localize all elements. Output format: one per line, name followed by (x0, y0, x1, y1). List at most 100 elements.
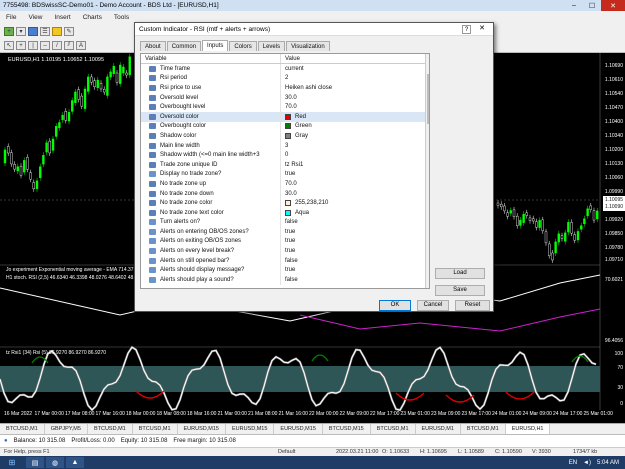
chart-tab[interactable]: EURUSD,M1 (416, 424, 461, 434)
input-value-cell[interactable]: 3 (281, 141, 429, 151)
chart-tab[interactable]: EURUSD,M15 (274, 424, 323, 434)
menu-file[interactable]: File (6, 14, 16, 21)
horizontal-line-icon[interactable]: – (40, 41, 50, 50)
input-value-cell[interactable]: false (281, 218, 429, 228)
close-window-icon[interactable]: ✕ (601, 0, 625, 11)
chart-tab[interactable]: EURUSD,M15 (226, 424, 275, 434)
new-chart-icon[interactable]: + (4, 27, 14, 36)
input-row[interactable]: Rsi period 2 (141, 73, 429, 84)
chart-tab[interactable]: BTCUSD,M1 (461, 424, 506, 434)
text-tool-icon[interactable]: A (76, 41, 86, 50)
input-value-cell[interactable]: 70.0 (281, 179, 429, 189)
profiles-icon[interactable]: ▾ (16, 27, 26, 36)
input-row[interactable]: Rsi price to use Heiken ashi close (141, 83, 429, 93)
chart-tab[interactable]: GBPJPY,M5 (45, 424, 88, 434)
input-value-cell[interactable]: Aqua (281, 208, 429, 218)
input-value-cell[interactable]: Gray (281, 131, 429, 141)
input-row[interactable]: Alerts on still opened bar? false (141, 255, 429, 266)
vertical-line-icon[interactable]: | (28, 41, 38, 50)
input-row[interactable]: Alerts on entering OB/OS zones? true (141, 227, 429, 237)
minimize-icon[interactable]: – (565, 0, 583, 11)
input-row[interactable]: Alerts should display message? true (141, 265, 429, 276)
input-value-cell[interactable]: 255,238,210 (281, 198, 429, 208)
browser-app-icon[interactable]: ◍ (46, 457, 64, 468)
input-value-cell[interactable]: Red (281, 112, 429, 122)
input-value-cell[interactable]: true (281, 246, 429, 256)
menu-insert[interactable]: Insert (54, 14, 70, 21)
reset-button[interactable]: Reset (455, 300, 490, 311)
chart-tab[interactable]: BTCUSD,M1 (133, 424, 178, 434)
grid-scrollbar[interactable] (425, 54, 429, 288)
input-row[interactable]: Shadow color Gray (141, 131, 429, 141)
maximize-icon[interactable]: ☐ (583, 0, 601, 11)
navigator-icon[interactable]: ☰ (40, 27, 50, 36)
input-value-cell[interactable]: false (281, 256, 429, 266)
input-row[interactable]: Alerts on exiting OB/OS zones true (141, 236, 429, 247)
volume-icon[interactable]: ◄) (583, 460, 591, 466)
input-value-cell[interactable]: Green (281, 122, 429, 132)
chart-tab[interactable]: BTCUSD,M15 (323, 424, 371, 434)
input-row[interactable]: Trade zone unique ID tz Rsi1 (141, 159, 429, 170)
input-row[interactable]: No trade zone down 30.0 (141, 188, 429, 199)
input-value-cell[interactable]: true (281, 265, 429, 275)
input-row[interactable]: No trade zone text color Aqua (141, 207, 429, 218)
input-row[interactable]: Display no trade zone? true (141, 169, 429, 180)
crosshair-icon[interactable]: + (16, 41, 26, 50)
input-row[interactable]: Overbought level 70.0 (141, 102, 429, 112)
save-button[interactable]: Save (435, 285, 485, 296)
column-header-value[interactable]: Value (281, 54, 300, 63)
tab-levels[interactable]: Levels (257, 41, 286, 51)
tab-about[interactable]: About (140, 41, 166, 51)
input-value-cell[interactable]: 30.0 (281, 93, 429, 103)
explorer-app-icon[interactable]: ▤ (26, 457, 44, 468)
input-row[interactable]: No trade zone up 70.0 (141, 179, 429, 189)
chart-tab[interactable]: BTCUSD,M1 (371, 424, 416, 434)
input-value-cell[interactable]: Heiken ashi close (281, 83, 429, 93)
clock[interactable]: 5:04 AM (597, 460, 619, 466)
cursor-icon[interactable]: ↖ (4, 41, 14, 50)
input-value-cell[interactable]: true (281, 227, 429, 237)
input-value-cell[interactable]: 2 (281, 74, 429, 84)
help-icon[interactable]: ? (462, 25, 471, 34)
chart-tab[interactable]: EURUSD,M15 (178, 424, 226, 434)
input-row[interactable]: No trade zone color 255,238,210 (141, 198, 429, 208)
tab-common[interactable]: Common (166, 41, 202, 51)
input-value-cell[interactable]: current (281, 64, 429, 74)
tab-visualization[interactable]: Visualization (286, 41, 330, 51)
tab-inputs[interactable]: Inputs (202, 40, 229, 51)
menu-charts[interactable]: Charts (83, 14, 102, 21)
input-value-cell[interactable]: true (281, 170, 429, 180)
tester-icon[interactable]: ✎ (64, 27, 74, 36)
input-row[interactable]: Shadow width (<=0 main line width+3 0 (141, 150, 429, 160)
close-icon[interactable]: ✕ (476, 25, 488, 34)
start-button-icon[interactable]: ⊞ (0, 456, 24, 469)
ok-button[interactable]: OK (379, 300, 411, 311)
input-row[interactable]: Oversold level 30.0 (141, 92, 429, 103)
language-indicator[interactable]: EN (569, 460, 577, 466)
input-row[interactable]: Alerts should play a sound? false (141, 275, 429, 285)
input-row[interactable]: Time frame current (141, 64, 429, 74)
input-row[interactable]: Alerts on every level break? true (141, 246, 429, 256)
input-row[interactable]: Oversold color Red (141, 111, 429, 122)
input-row[interactable]: Main line width 3 (141, 140, 429, 151)
chart-tab[interactable]: BTCUSD,M1 (0, 424, 45, 434)
scrollbar-thumb[interactable] (427, 74, 429, 124)
input-value-cell[interactable]: true (281, 237, 429, 247)
input-value-cell[interactable]: 70.0 (281, 102, 429, 112)
menu-view[interactable]: View (28, 14, 42, 21)
input-value-cell[interactable]: 30.0 (281, 189, 429, 199)
trendline-icon[interactable]: / (52, 41, 62, 50)
input-row[interactable]: Overbought color Green (141, 121, 429, 132)
cancel-button[interactable]: Cancel (417, 300, 449, 311)
menu-tools[interactable]: Tools (114, 14, 129, 21)
input-row[interactable]: Turn alerts on? false (141, 217, 429, 228)
tab-colors[interactable]: Colors (229, 41, 257, 51)
column-header-variable[interactable]: Variable (141, 54, 281, 63)
chart-tab[interactable]: EURUSD,H1 (505, 424, 551, 434)
load-button[interactable]: Load (435, 268, 485, 279)
terminal-icon[interactable] (52, 27, 62, 36)
channel-icon[interactable]: ⫽ (64, 41, 74, 50)
market-watch-icon[interactable] (28, 27, 38, 36)
input-value-cell[interactable]: false (281, 275, 429, 285)
input-value-cell[interactable]: 0 (281, 150, 429, 160)
